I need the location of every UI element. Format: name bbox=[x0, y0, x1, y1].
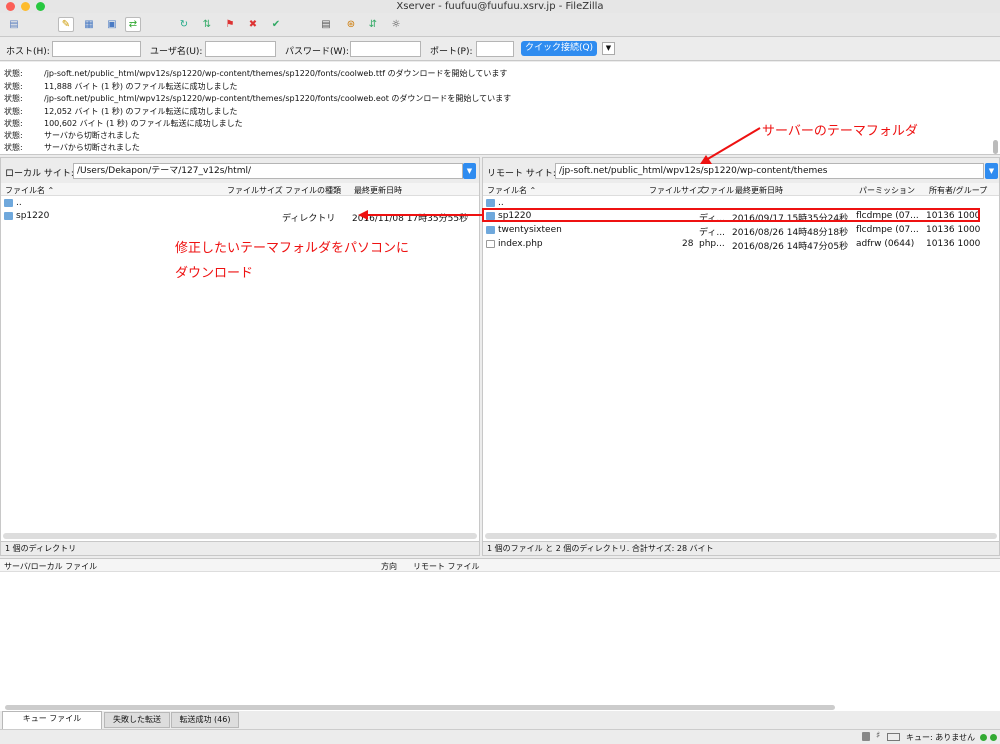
arrowhead-local bbox=[358, 210, 368, 220]
annotation-arrows bbox=[358, 127, 761, 220]
arrow-to-remote-path bbox=[705, 127, 761, 161]
